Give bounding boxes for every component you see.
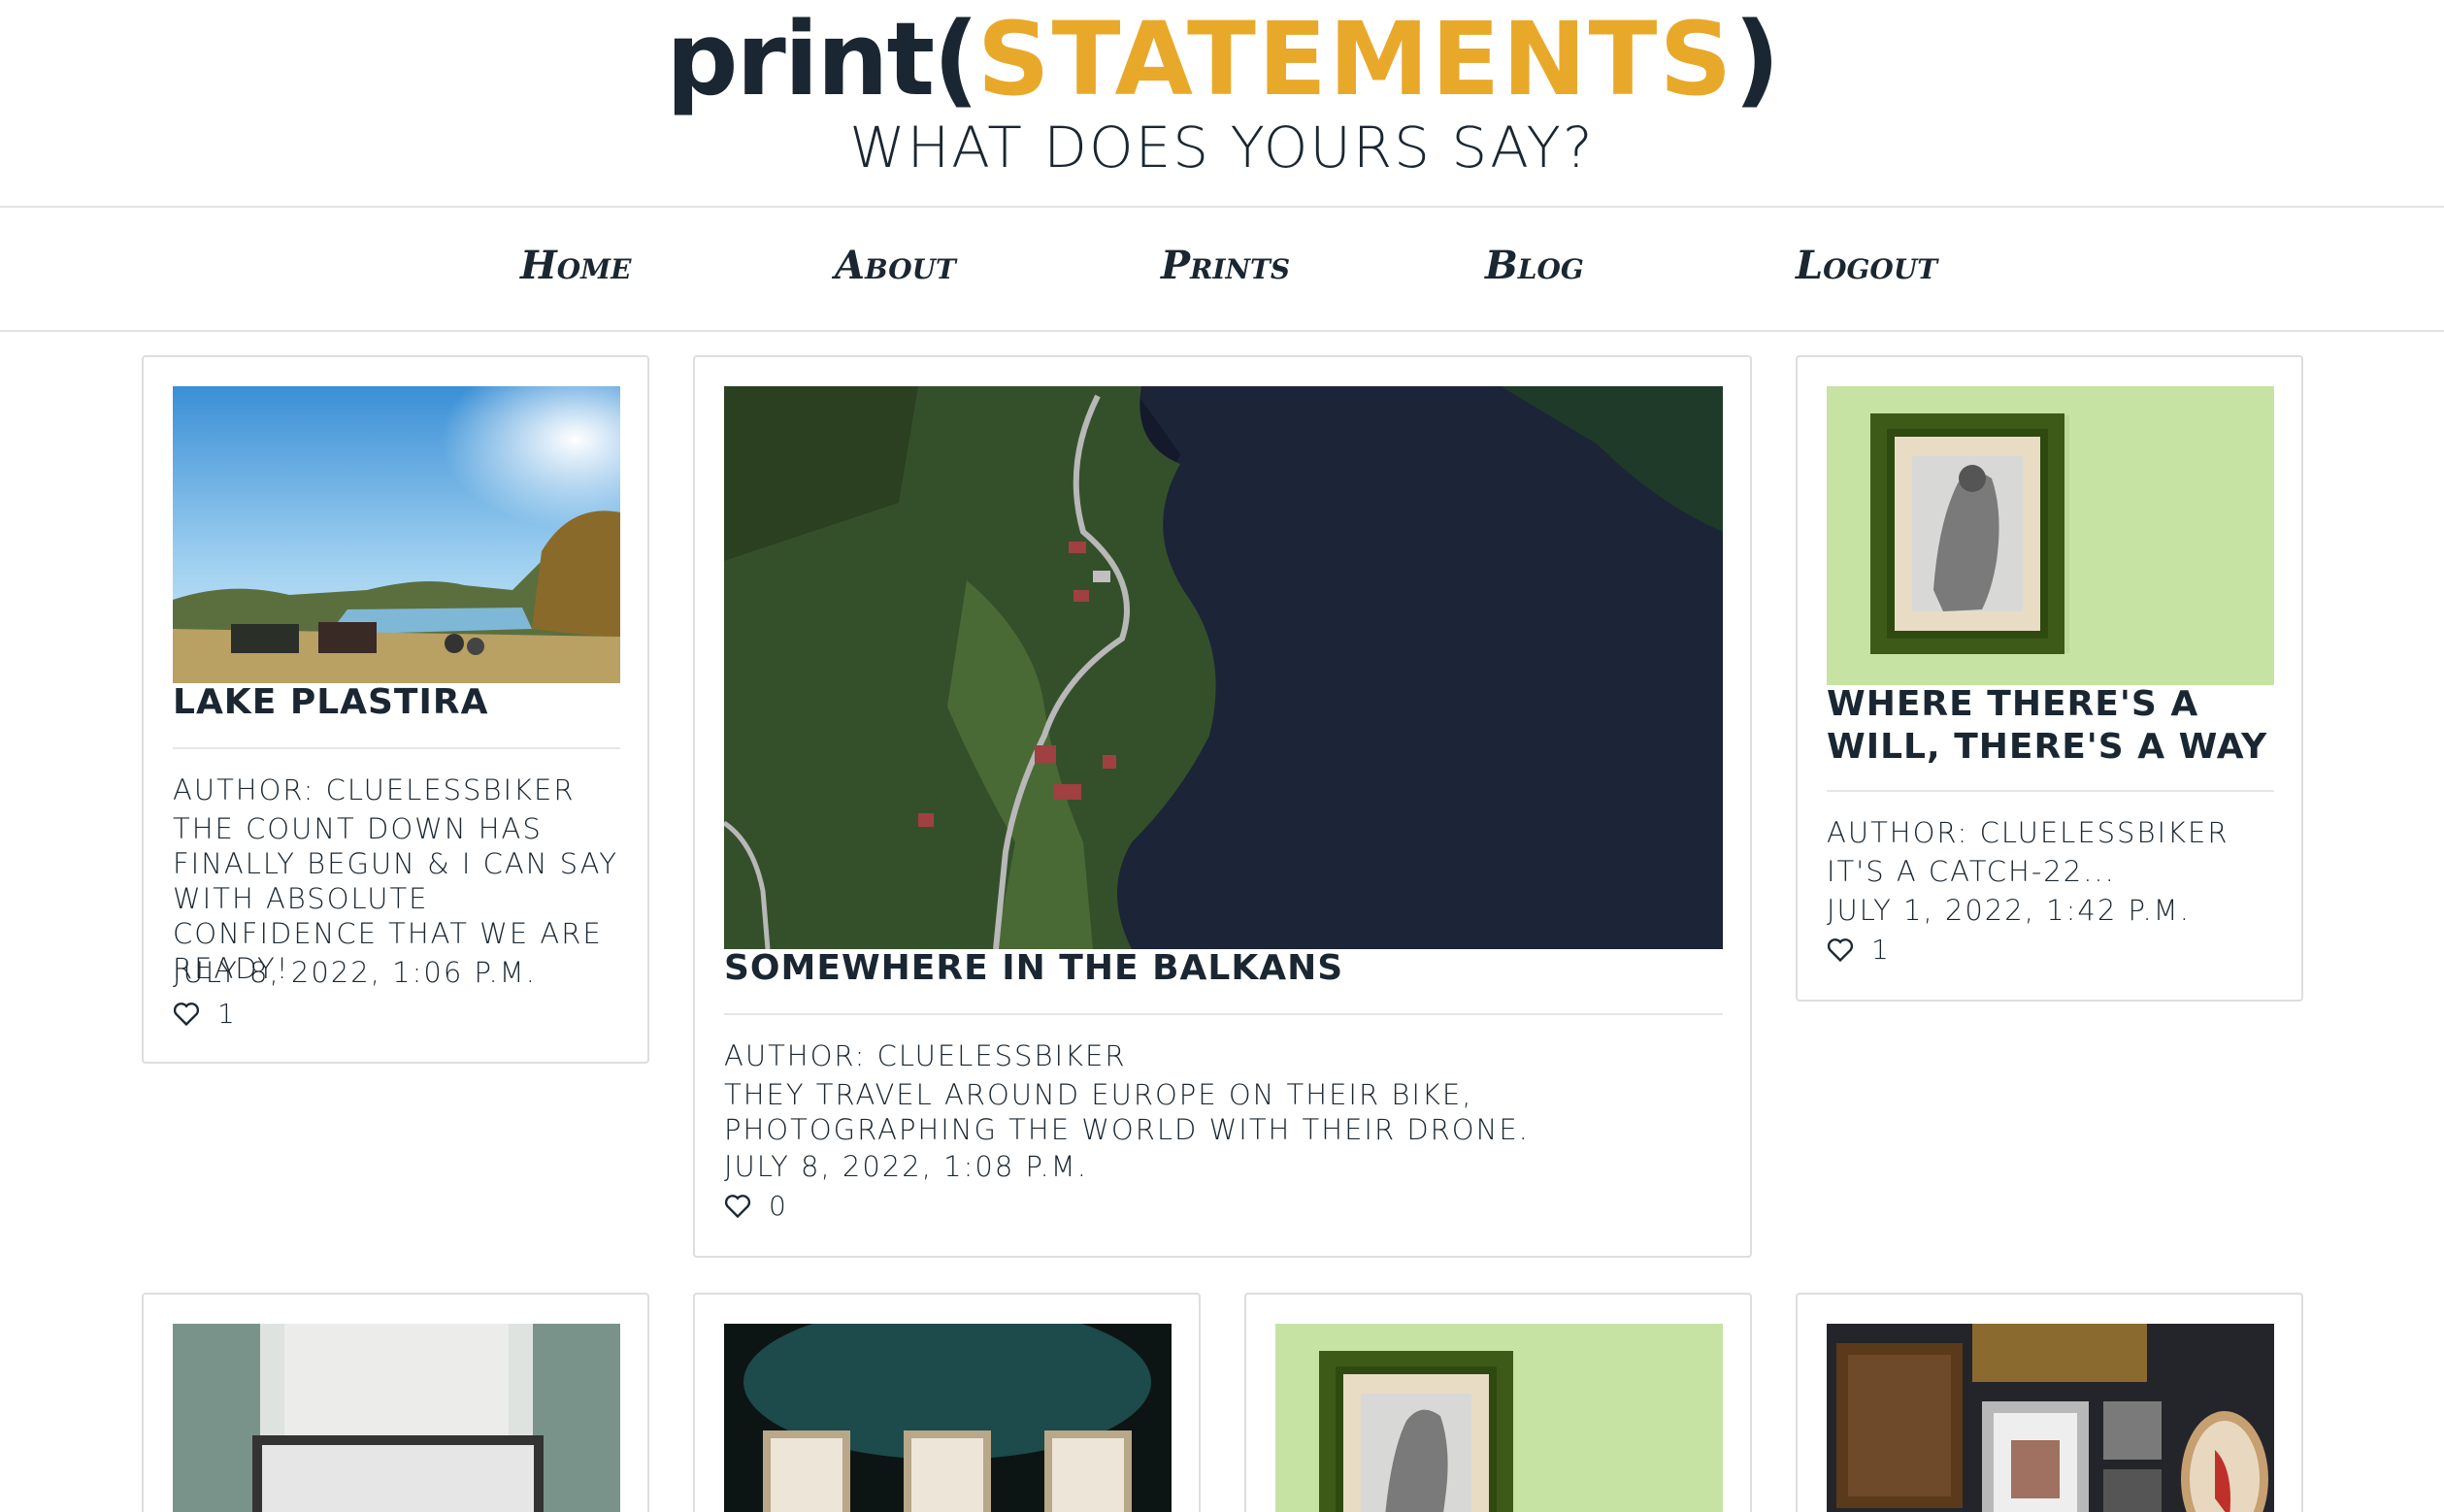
post-image[interactable]: [1275, 1324, 1723, 1512]
site-header: print(STATEMENTS) WHAT DOES YOURS SAY?: [0, 0, 2444, 206]
divider: [173, 747, 620, 749]
like-count: 1: [217, 998, 235, 1030]
heart-icon[interactable]: [724, 1194, 751, 1219]
nav-about[interactable]: About: [835, 243, 956, 288]
like-counter[interactable]: 1: [1827, 934, 1889, 966]
post-image[interactable]: [173, 386, 620, 683]
post-title[interactable]: SOMEWHERE IN THE BALKANS: [724, 947, 1723, 990]
like-counter[interactable]: 0: [724, 1190, 786, 1222]
post-date: JULY 8, 2022, 1:06 P.M.: [173, 956, 537, 989]
post-card[interactable]: [693, 1293, 1201, 1512]
like-count: 1: [1871, 934, 1889, 966]
post-card[interactable]: [1796, 1293, 2303, 1512]
post-excerpt: THEY TRAVEL AROUND EUROPE ON THEIR BIKE,…: [724, 1078, 1530, 1146]
post-image[interactable]: [724, 1324, 1172, 1512]
post-title[interactable]: WHERE THERE'S A WILL, THERE'S A WAY: [1827, 683, 2274, 769]
logo-suffix: ): [1734, 0, 1780, 118]
post-author: AUTHOR: CLUELESSBIKER: [1827, 816, 2229, 849]
post-title[interactable]: LAKE PLASTIRA: [173, 681, 620, 724]
heart-icon[interactable]: [173, 1002, 200, 1027]
post-date: JULY 1, 2022, 1:42 P.M.: [1827, 894, 2191, 927]
logo-prefix: print(: [666, 0, 979, 118]
post-card[interactable]: [1244, 1293, 1752, 1512]
post-author: AUTHOR: CLUELESSBIKER: [173, 773, 576, 806]
post-image[interactable]: [1827, 386, 2274, 685]
post-date: JULY 8, 2022, 1:08 P.M.: [724, 1150, 1088, 1183]
nav-home[interactable]: Home: [520, 243, 632, 288]
like-count: 0: [769, 1190, 786, 1222]
post-image[interactable]: [724, 386, 1723, 949]
main-nav: Home About Prints Blog Logout: [0, 206, 2444, 332]
post-excerpt: IT'S A CATCH-22...: [1827, 855, 2116, 888]
post-card[interactable]: [142, 1293, 649, 1512]
post-card[interactable]: WHERE THERE'S A WILL, THERE'S A WAY AUTH…: [1796, 355, 2303, 1002]
post-card[interactable]: SOMEWHERE IN THE BALKANS AUTHOR: CLUELES…: [693, 355, 1752, 1258]
post-image[interactable]: [1827, 1324, 2274, 1512]
post-image[interactable]: [173, 1324, 620, 1512]
post-author: AUTHOR: CLUELESSBIKER: [724, 1039, 1127, 1072]
site-tagline: WHAT DOES YOURS SAY?: [849, 115, 1595, 181]
nav-blog[interactable]: Blog: [1485, 243, 1584, 288]
divider: [724, 1013, 1723, 1015]
nav-prints[interactable]: Prints: [1161, 243, 1290, 288]
heart-icon[interactable]: [1827, 937, 1854, 963]
nav-logout[interactable]: Logout: [1796, 243, 1937, 288]
post-card[interactable]: LAKE PLASTIRA AUTHOR: CLUELESSBIKER THE …: [142, 355, 649, 1064]
like-counter[interactable]: 1: [173, 998, 235, 1030]
divider: [1827, 790, 2274, 792]
site-logo[interactable]: print(STATEMENTS): [0, 6, 2444, 113]
logo-accent: STATEMENTS: [976, 0, 1734, 118]
